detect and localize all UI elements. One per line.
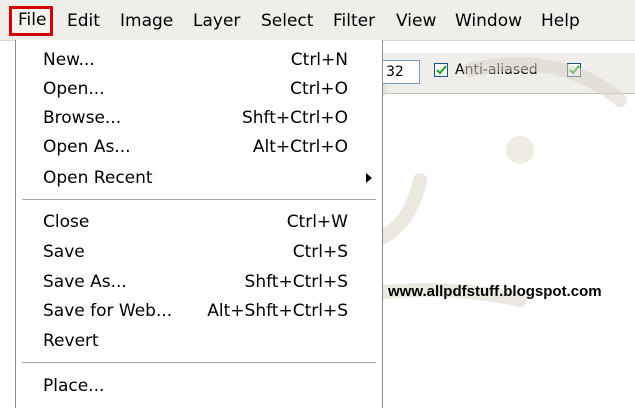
menu-item-label: Save As...	[43, 272, 127, 292]
menu-item-label: Close	[43, 212, 90, 232]
menu-item-label: Revert	[43, 331, 99, 351]
checkmark-icon	[436, 65, 447, 75]
menu-select[interactable]: Select	[261, 10, 313, 32]
menu-item-label: Place...	[43, 376, 105, 396]
website-caption: www.allpdfstuff.blogspot.com	[388, 283, 602, 300]
menu-item-shortcut: Ctrl+O	[290, 79, 348, 99]
menu-item-label: Save for Web...	[43, 301, 173, 321]
menu-item-save-as[interactable]: Save As... Shft+Ctrl+S	[16, 268, 382, 297]
menu-separator	[22, 362, 376, 364]
menu-item-shortcut: Alt+Shft+Ctrl+S	[207, 301, 348, 321]
menu-item-label: Open...	[43, 79, 105, 99]
menu-item-shortcut: Ctrl+S	[292, 242, 348, 262]
menu-item-new[interactable]: New... Ctrl+N	[16, 46, 382, 75]
menu-item-place[interactable]: Place...	[16, 372, 382, 401]
anti-aliased-label: Anti-aliased	[455, 62, 538, 78]
menu-item-open-as[interactable]: Open As... Alt+Ctrl+O	[16, 133, 382, 162]
options-toolbar: 32 Anti-aliased	[380, 52, 635, 94]
second-checkbox[interactable]	[567, 63, 581, 77]
menu-item-close[interactable]: Close Ctrl+W	[16, 208, 382, 237]
menu-item-shortcut: Ctrl+N	[290, 50, 348, 70]
menu-view[interactable]: View	[396, 10, 436, 32]
menu-file[interactable]: File	[9, 6, 53, 36]
menu-separator	[22, 199, 376, 201]
menu-window[interactable]: Window	[455, 10, 522, 32]
menu-item-label: Save	[43, 242, 85, 262]
submenu-arrow-icon	[366, 173, 372, 183]
menu-item-shortcut: Shft+Ctrl+S	[244, 272, 348, 292]
menu-bar: File Edit Image Layer Select Filter View…	[0, 0, 635, 41]
menu-layer[interactable]: Layer	[193, 10, 240, 32]
menu-item-label: New...	[43, 50, 95, 70]
menu-item-open[interactable]: Open... Ctrl+O	[16, 75, 382, 104]
anti-aliased-checkbox[interactable]	[434, 63, 448, 77]
file-menu: New... Ctrl+N Open... Ctrl+O Browse... S…	[15, 40, 383, 408]
menu-item-label: Open Recent	[43, 168, 153, 188]
menu-item-shortcut: Alt+Ctrl+O	[252, 137, 348, 157]
menu-item-browse[interactable]: Browse... Shft+Ctrl+O	[16, 104, 382, 133]
checkmark-icon	[569, 65, 580, 75]
menu-image[interactable]: Image	[120, 10, 173, 32]
menu-item-open-recent[interactable]: Open Recent	[16, 164, 382, 193]
menu-item-shortcut: Shft+Ctrl+O	[241, 108, 348, 128]
menu-item-shortcut: Ctrl+W	[286, 212, 348, 232]
menu-edit[interactable]: Edit	[67, 10, 100, 32]
menu-item-save[interactable]: Save Ctrl+S	[16, 238, 382, 267]
menu-item-save-for-web[interactable]: Save for Web... Alt+Shft+Ctrl+S	[16, 297, 382, 326]
menu-help[interactable]: Help	[541, 10, 580, 32]
menu-filter[interactable]: Filter	[333, 10, 375, 32]
menu-item-label: Browse...	[43, 108, 122, 128]
size-field[interactable]: 32	[380, 60, 420, 84]
menu-file-label: File	[18, 10, 47, 30]
menu-item-label: Open As...	[43, 137, 131, 157]
menu-item-revert[interactable]: Revert	[16, 327, 382, 356]
